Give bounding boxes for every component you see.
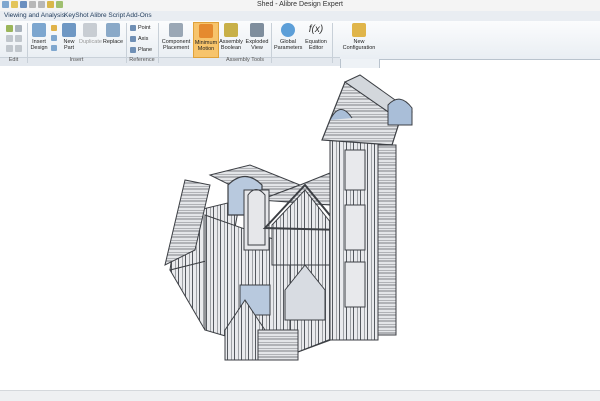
insert-small-icon-3[interactable] [51, 45, 57, 51]
exploded-view-button[interactable]: Exploded View [245, 23, 269, 51]
new-part-button[interactable]: New Part [60, 23, 78, 51]
minimum-motion-button[interactable]: Minimum Motion [193, 22, 219, 58]
plane-button[interactable]: Plane [130, 47, 152, 53]
separator [332, 23, 333, 63]
copy-icon[interactable] [15, 25, 22, 32]
insert-small-icon[interactable] [51, 25, 57, 31]
component-placement-button[interactable]: Component Placement [161, 23, 191, 51]
exploded-view-icon [250, 23, 264, 37]
function-icon: f(x) [308, 24, 324, 35]
menu-keyshot[interactable]: KeyShot [64, 12, 89, 19]
global-parameters-icon [281, 23, 295, 37]
component-placement-icon [169, 23, 183, 37]
paste-icon[interactable] [15, 35, 22, 42]
insert-design-button[interactable]: Insert Design [29, 23, 49, 51]
duplicate-button[interactable]: Duplicate [79, 23, 102, 45]
new-configuration-button[interactable]: New Configuration [340, 23, 378, 51]
group-label-edit: Edit [8, 57, 19, 63]
menu-add-ons[interactable]: Add-Ons [126, 12, 152, 19]
group-label-reference: Reference [129, 57, 155, 63]
menu-viewing-analysis[interactable]: Viewing and Analysis [4, 12, 65, 19]
cut-icon[interactable] [6, 35, 13, 42]
global-parameters-button[interactable]: Global Parameters [274, 23, 302, 51]
point-icon [130, 25, 136, 31]
new-configuration-icon [352, 23, 366, 37]
menu-alibre-script[interactable]: Alibre Script [90, 12, 125, 19]
insert-design-icon [32, 23, 46, 37]
equation-editor-button[interactable]: f(x) Equation Editor [304, 23, 328, 51]
shed-assembly-model [164, 74, 413, 361]
plane-icon [130, 47, 136, 53]
group-label-insert: Insert [69, 57, 84, 63]
point-button[interactable]: Point [130, 25, 151, 31]
delete-icon[interactable] [6, 45, 13, 52]
replace-icon [106, 23, 120, 37]
status-bar [0, 390, 600, 401]
assembly-boolean-icon [224, 23, 238, 37]
model-viewport[interactable] [0, 68, 600, 390]
replace-button[interactable]: Replace [102, 23, 124, 45]
axis-icon [130, 36, 136, 42]
minimum-motion-icon [199, 24, 213, 38]
check-icon[interactable] [6, 25, 13, 32]
axis-button[interactable]: Axis [130, 36, 148, 42]
duplicate-icon [83, 23, 97, 37]
group-label-assembly-tools: Assembly Tools [225, 57, 265, 63]
select-icon[interactable] [15, 45, 22, 52]
new-part-icon [62, 23, 76, 37]
assembly-boolean-button[interactable]: Assembly Boolean [219, 23, 243, 51]
window-title: Shed - Alibre Design Expert [257, 1, 343, 8]
insert-small-icon-2[interactable] [51, 35, 57, 41]
